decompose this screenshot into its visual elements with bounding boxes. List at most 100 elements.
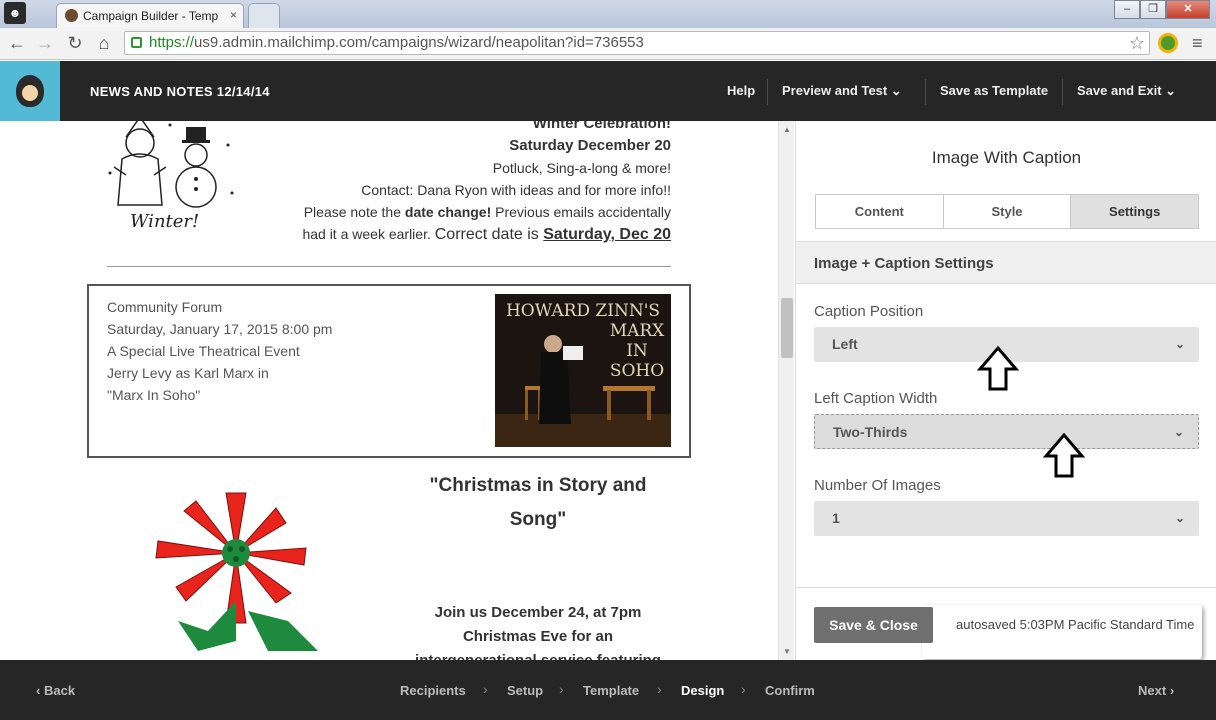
christmas-line: Join us December 24, at 7pm (434, 604, 642, 621)
email-preview: Winter! Winter Celebration! Saturday Dec… (0, 121, 778, 660)
divider-line (107, 266, 671, 267)
caption-position-label: Caption Position (814, 303, 924, 320)
close-window-button[interactable]: ✕ (1166, 0, 1210, 19)
up-arrow-annotation-icon (977, 345, 1019, 391)
chevron-down-icon: ⌄ (1165, 83, 1177, 98)
forum-line: Community Forum (107, 299, 223, 315)
back-arrow-icon[interactable]: ← (6, 32, 28, 54)
header-divider (925, 79, 926, 105)
chevron-right-icon: › (657, 681, 662, 697)
chevron-right-icon: › (741, 681, 746, 697)
tab-settings[interactable]: Settings (1071, 195, 1199, 228)
autosave-status: autosaved 5:03PM Pacific Standard Time (922, 605, 1202, 659)
forum-caption: Community Forum Saturday, January 17, 20… (107, 296, 332, 406)
winter-correct-date: Saturday, Dec 20 (543, 226, 671, 243)
forum-line: Jerry Levy as Karl Marx in (107, 365, 269, 381)
save-close-button[interactable]: Save & Close (814, 607, 933, 643)
number-of-images-select[interactable]: 1 ⌄ (814, 501, 1199, 536)
scroll-down-icon[interactable]: ▼ (783, 647, 791, 656)
extension-icon[interactable] (1158, 33, 1178, 53)
header-divider (767, 79, 768, 105)
winter-line: Potluck, Sing-a-long & more! (492, 160, 671, 176)
chevron-down-icon: ⌄ (1173, 425, 1184, 439)
winter-line-part: Please note the (303, 204, 405, 220)
address-bar[interactable]: https://us9.admin.mailchimp.com/campaign… (124, 31, 1150, 55)
chevron-down-icon: ⌄ (1174, 337, 1185, 351)
mailchimp-logo[interactable] (0, 61, 60, 121)
browser-menu-icon[interactable]: ≡ (1192, 33, 1203, 54)
tab-style[interactable]: Style (944, 195, 1072, 228)
next-button[interactable]: Next › (1138, 683, 1174, 698)
campaign-title: NEWS AND NOTES 12/14/14 (90, 84, 270, 99)
browser-tab[interactable]: Campaign Builder - Temp × (56, 3, 244, 28)
winter-date: Saturday December 20 (509, 137, 671, 154)
scroll-up-icon[interactable]: ▲ (783, 125, 791, 134)
winter-line-part: Previous emails accidentally (491, 204, 671, 220)
step-setup[interactable]: Setup (507, 683, 543, 698)
step-design[interactable]: Design (681, 683, 724, 698)
chevron-down-icon: ⌄ (1174, 511, 1185, 525)
back-button[interactable]: ‹ Back (36, 683, 75, 698)
number-of-images-value: 1 (832, 510, 840, 526)
christmas-text[interactable]: Join us December 24, at 7pm Christmas Ev… (398, 601, 678, 660)
step-confirm[interactable]: Confirm (765, 683, 815, 698)
left-caption-width-value: Two-Thirds (833, 424, 908, 440)
winter-image-caption: Winter! (130, 211, 199, 232)
poinsettia-image[interactable] (118, 491, 358, 660)
step-recipients[interactable]: Recipients (400, 683, 466, 698)
preview-test-menu[interactable]: Preview and Test ⌄ (782, 83, 902, 99)
lock-icon (131, 37, 142, 48)
winter-line-part: had it a week earlier. (302, 226, 435, 242)
bookmark-star-icon[interactable]: ☆ (1129, 32, 1145, 54)
home-icon[interactable]: ⌂ (93, 32, 115, 54)
step-template[interactable]: Template (583, 683, 639, 698)
save-exit-label: Save and Exit (1077, 83, 1162, 98)
winter-celebration-text[interactable]: Winter Celebration! Saturday December 20… (250, 121, 671, 246)
wizard-footer: ‹ Back Recipients › Setup › Template › D… (0, 660, 1216, 720)
caption-position-value: Left (832, 336, 858, 352)
chevron-left-icon: ‹ (36, 683, 41, 698)
image-caption-block-selected[interactable]: Community Forum Saturday, January 17, 20… (87, 284, 691, 458)
preview-scrollbar[interactable]: ▲ ▼ (778, 121, 794, 660)
save-exit-menu[interactable]: Save and Exit ⌄ (1077, 83, 1176, 99)
poster-title-line: MARX (610, 321, 665, 341)
christmas-title[interactable]: "Christmas in Story and Song" (410, 469, 666, 537)
forum-line: A Special Live Theatrical Event (107, 343, 300, 359)
url-path: us9.admin.mailchimp.com/campaigns/wizard… (194, 34, 644, 51)
tab-content[interactable]: Content (816, 195, 944, 228)
preview-test-label: Preview and Test (782, 83, 888, 98)
left-caption-width-select[interactable]: Two-Thirds ⌄ (814, 414, 1199, 449)
back-label: Back (43, 683, 76, 698)
tab-close-icon[interactable]: × (230, 8, 237, 22)
winter-line-part: Correct date is (434, 226, 544, 243)
freddie-icon (16, 75, 44, 107)
christmas-line: intergenerational service featuring (398, 649, 678, 660)
save-as-template-link[interactable]: Save as Template (940, 83, 1048, 98)
reload-icon[interactable]: ↻ (64, 32, 86, 54)
scrollbar-thumb[interactable] (781, 298, 793, 358)
forum-line: "Marx In Soho" (107, 387, 201, 403)
winter-snowman-image[interactable]: Winter! (100, 121, 240, 235)
section-heading[interactable]: Image + Caption Settings (796, 241, 1216, 284)
minimize-window-button[interactable]: – (1114, 0, 1140, 19)
winter-heading: Winter Celebration! (532, 121, 671, 132)
panel-footer: autosaved 5:03PM Pacific Standard Time S… (796, 587, 1216, 660)
chevron-right-icon: › (559, 681, 564, 697)
panel-tabs: Content Style Settings (815, 194, 1199, 229)
next-label: Next (1138, 683, 1167, 698)
panel-title: Image With Caption (931, 148, 1082, 167)
browser-toolbar: ← → ↻ ⌂ https://us9.admin.mailchimp.com/… (0, 28, 1216, 60)
help-link[interactable]: Help (727, 83, 755, 98)
new-tab-button[interactable] (248, 3, 280, 28)
browser-profile-icon[interactable]: ☻ (4, 2, 26, 24)
christmas-line: Christmas Eve for an (462, 628, 614, 645)
chevron-down-icon: ⌄ (890, 83, 902, 98)
poster-title-line: HOWARD ZINN'S (506, 301, 660, 321)
up-arrow-annotation-icon (1043, 432, 1085, 478)
poster-title-line: SOHO (610, 361, 664, 381)
chevron-right-icon: › (483, 681, 488, 697)
maximize-window-button[interactable]: ❐ (1140, 0, 1166, 19)
forward-arrow-icon[interactable]: → (34, 32, 56, 54)
browser-tab-bar: ☻ Campaign Builder - Temp × – ❐ ✕ (0, 0, 1216, 28)
marx-in-soho-image[interactable]: HOWARD ZINN'S MARX IN SOHO (495, 294, 671, 447)
